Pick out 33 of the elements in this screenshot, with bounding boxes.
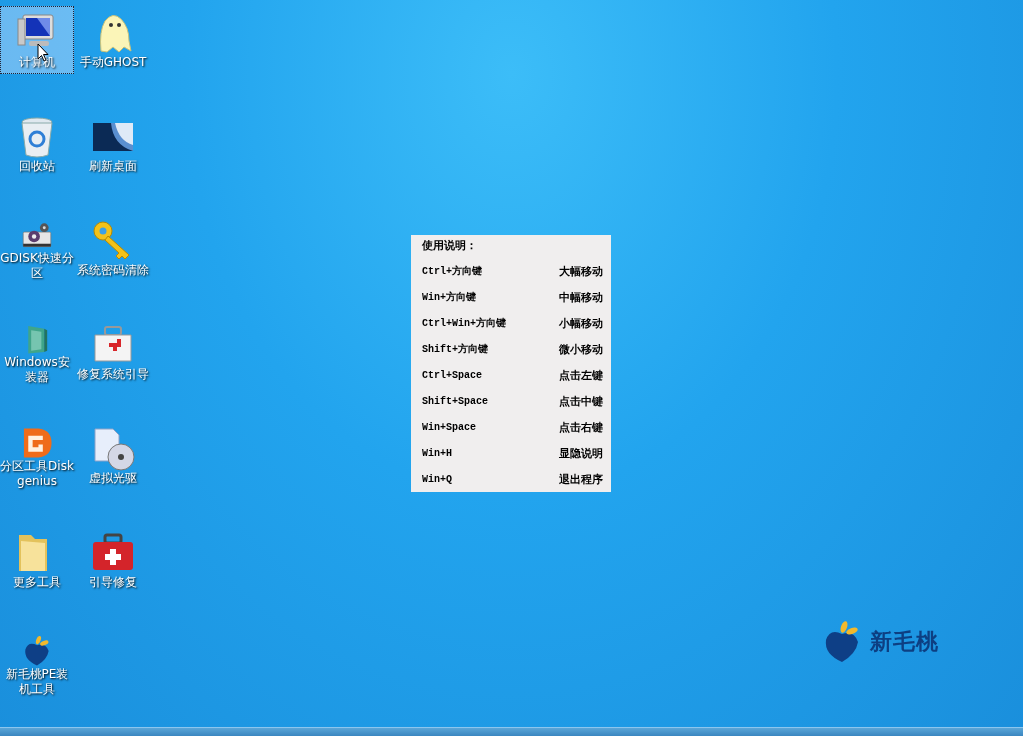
desktop-icon[interactable]: GDISK快速分区: [0, 214, 74, 282]
shortcut-keys: Win+Q: [422, 473, 506, 487]
shortcut-keys: Win+Space: [422, 421, 506, 435]
panel-title: 使用说明：: [422, 239, 477, 253]
shortcut-action: 小幅移动: [559, 317, 603, 331]
disc-icon: [91, 427, 135, 471]
shortcut-keys: Ctrl+方向键: [422, 265, 506, 279]
shortcut-keys: Ctrl+Win+方向键: [422, 317, 506, 331]
shortcut-keys: Win+方向键: [422, 291, 506, 305]
shortcut-keys: Win+H: [422, 447, 506, 461]
desktop-icon[interactable]: 刷新桌面: [76, 110, 150, 178]
shortcut-action: 微小移动: [559, 343, 603, 357]
shortcut-action: 点击左键: [559, 369, 603, 383]
desktop-icon[interactable]: Windows安装器: [0, 318, 74, 386]
desktop-icon[interactable]: 更多工具: [0, 526, 74, 594]
shortcut-action: 点击中键: [559, 395, 603, 409]
desktop-icon[interactable]: 回收站: [0, 110, 74, 178]
desktop-icon[interactable]: 引导修复: [76, 526, 150, 594]
shortcut-action: 中幅移动: [559, 291, 603, 305]
shortcut-action: 显隐说明: [559, 447, 603, 461]
desktop-icon[interactable]: 虚拟光驱: [76, 422, 150, 490]
shortcut-action: 退出程序: [559, 473, 603, 487]
desktop-icon[interactable]: 修复系统引导: [76, 318, 150, 386]
desktop-icon[interactable]: 分区工具Diskgenius: [0, 422, 74, 490]
shortcut-keys: Ctrl+Space: [422, 369, 506, 383]
desktop-icon[interactable]: 系统密码清除: [76, 214, 150, 282]
desktop-icon[interactable]: 新毛桃PE装机工具: [0, 630, 74, 698]
shortcut-action: 点击右键: [559, 421, 603, 435]
desktop-icon[interactable]: 手动GHOST: [76, 6, 150, 74]
shortcut-action: 大幅移动: [559, 265, 603, 279]
shortcut-keys: Shift+Space: [422, 395, 506, 409]
shortcut-keys: Shift+方向键: [422, 343, 506, 357]
brand-name: 新毛桃: [870, 628, 939, 656]
